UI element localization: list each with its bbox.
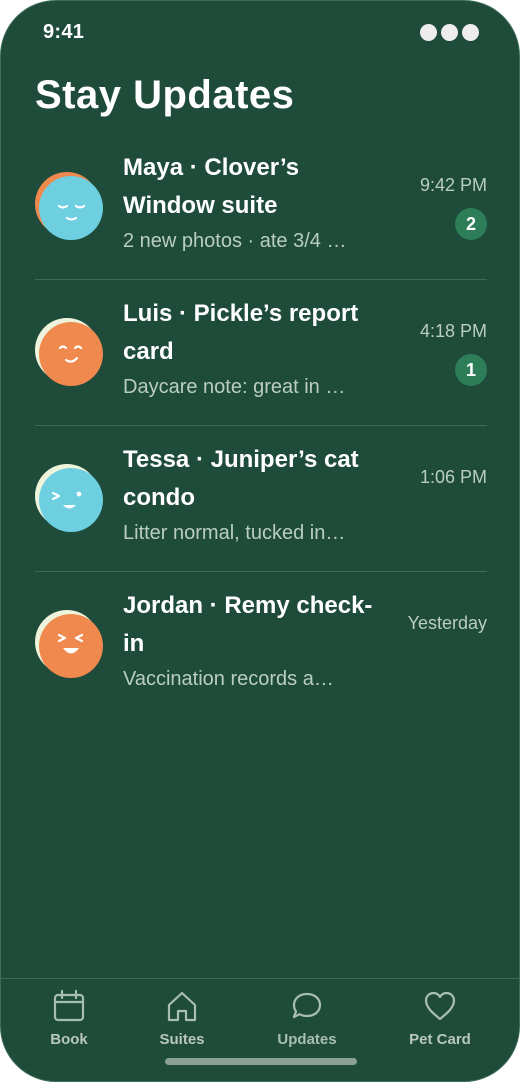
thread-preview: Daycare note: great in …: [123, 376, 346, 398]
home-icon: [167, 991, 197, 1022]
page-title: Stay Updates: [35, 73, 295, 117]
smirk-face-icon: [35, 318, 103, 386]
thread-title: Maya · Clover’s Window suite: [123, 154, 300, 219]
thread-item[interactable]: Maya · Clover’s Window suite 2 new photo…: [35, 134, 487, 279]
chat-bubble-icon: [292, 992, 322, 1019]
home-indicator[interactable]: [165, 1058, 357, 1065]
status-dot-icon: [441, 24, 458, 41]
unread-badge: 1: [455, 354, 487, 386]
thread-title: Tessa · Juniper’s cat condo: [123, 446, 359, 511]
status-dot-icon: [462, 24, 479, 41]
tab-book[interactable]: Book: [14, 989, 124, 1059]
thread-preview: Vaccination records a…: [123, 668, 334, 690]
calendar-icon: [53, 989, 85, 1022]
laughing-face-icon: [35, 610, 103, 678]
tab-label: Suites: [159, 1031, 205, 1048]
heart-icon: [424, 991, 456, 1021]
tab-label: Pet Card: [409, 1031, 471, 1048]
status-time: 9:41: [43, 21, 85, 43]
tab-pet-card[interactable]: Pet Card: [385, 989, 495, 1059]
tab-label: Updates: [277, 1031, 337, 1048]
tab-label: Book: [50, 1031, 88, 1048]
thread-time: 1:06 PM: [419, 467, 487, 487]
thread-title: Luis · Pickle’s report card: [123, 300, 359, 365]
thread-preview: 2 new photos · ate 3/4 …: [123, 230, 347, 252]
wink-face-icon: [35, 464, 103, 532]
sleepy-face-icon: [35, 172, 103, 240]
tab-bar: Book Suites Updates Pet Card: [1, 978, 519, 1081]
thread-preview: Litter normal, tucked in…: [123, 522, 346, 544]
tab-updates[interactable]: Updates: [252, 989, 362, 1059]
phone-frame: 9:41 Stay Updates Maya · Clover’s Window…: [0, 0, 520, 1082]
thread-item[interactable]: Jordan · Remy check-in Vaccination recor…: [35, 571, 487, 717]
thread-time: 9:42 PM: [419, 175, 487, 195]
thread-time: 4:18 PM: [419, 321, 487, 341]
status-indicators: [420, 24, 479, 41]
thread-item[interactable]: Luis · Pickle’s report card Daycare note…: [35, 279, 487, 425]
unread-badge: 2: [455, 208, 487, 240]
status-dot-icon: [420, 24, 437, 41]
thread-list: Maya · Clover’s Window suite 2 new photo…: [35, 134, 487, 717]
thread-item[interactable]: Tessa · Juniper’s cat condo Litter norma…: [35, 425, 487, 571]
thread-time: Yesterday: [407, 613, 487, 633]
tab-suites[interactable]: Suites: [127, 989, 237, 1059]
status-bar: 9:41: [1, 1, 519, 65]
thread-title: Jordan · Remy check-in: [123, 592, 373, 657]
